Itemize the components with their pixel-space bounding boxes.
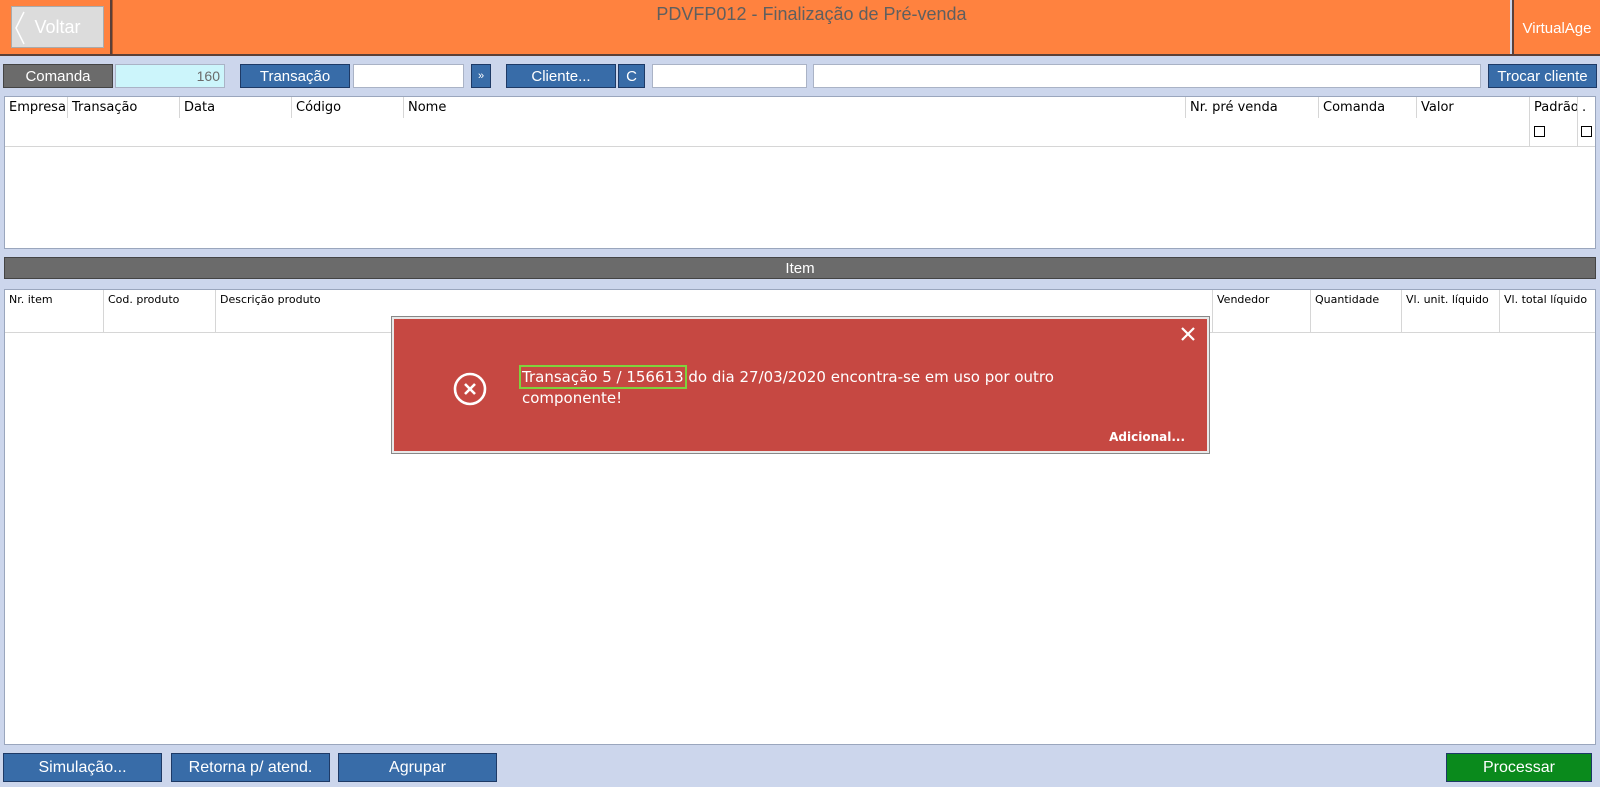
column-header-valor[interactable]: Valor (1416, 97, 1529, 118)
column-header-vl-total-liquido[interactable]: Vl. total líquido (1499, 290, 1595, 332)
next-button[interactable]: » (471, 64, 491, 88)
column-header-transacao[interactable]: Transação (67, 97, 179, 118)
comanda-input[interactable]: 160 (115, 64, 225, 88)
transacao-button[interactable]: Transação (240, 64, 350, 88)
column-header-comanda[interactable]: Comanda (1318, 97, 1416, 118)
trocar-cliente-button[interactable]: Trocar cliente (1488, 64, 1597, 88)
comanda-button[interactable]: Comanda (3, 64, 113, 88)
processar-button[interactable]: Processar (1446, 753, 1592, 782)
additional-info-link[interactable]: Adicional... (1109, 430, 1185, 444)
cliente-code-input[interactable] (652, 64, 807, 88)
header-divider (0, 54, 1600, 56)
header-left-panel: Voltar (0, 0, 112, 56)
agrupar-button[interactable]: Agrupar (338, 753, 497, 782)
transacao-input[interactable] (353, 64, 464, 88)
extra-label: . (1582, 100, 1587, 115)
page-title: PDVFP012 - Finalização de Pré-venda (656, 4, 967, 24)
error-message-highlight: Transação 5 / 156613 (519, 365, 687, 389)
column-header-extra[interactable]: . (1577, 97, 1595, 146)
brand-logo: VirtualAge (1512, 0, 1600, 56)
error-dialog: Transação 5 / 156613 do dia 27/03/2020 e… (392, 317, 1209, 453)
clear-cliente-button[interactable]: C (618, 64, 645, 88)
prevenda-grid[interactable]: Empresa Transação Data Código Nome Nr. p… (4, 96, 1596, 249)
header-title-area: PDVFP012 - Finalização de Pré-venda (112, 0, 1510, 56)
chevron-left-icon (15, 11, 25, 45)
column-header-quantidade[interactable]: Quantidade (1310, 290, 1401, 332)
column-header-cod-produto[interactable]: Cod. produto (103, 290, 215, 332)
error-message: Transação 5 / 156613 do dia 27/03/2020 e… (519, 365, 1082, 409)
padrao-select-all-checkbox[interactable] (1534, 126, 1545, 137)
back-button-label: Voltar (34, 16, 81, 37)
column-header-codigo[interactable]: Código (291, 97, 403, 118)
column-header-nr-item[interactable]: Nr. item (5, 290, 103, 332)
simulacao-button[interactable]: Simulação... (3, 753, 162, 782)
column-header-vendedor[interactable]: Vendedor (1212, 290, 1310, 332)
column-header-empresa[interactable]: Empresa (5, 97, 67, 118)
header-bar: Voltar PDVFP012 - Finalização de Pré-ven… (0, 0, 1600, 56)
item-section-bar: Item (4, 257, 1596, 279)
column-header-nr-pre-venda[interactable]: Nr. pré venda (1185, 97, 1318, 118)
retorna-atendimento-button[interactable]: Retorna p/ atend. (171, 753, 330, 782)
cliente-button[interactable]: Cliente... (506, 64, 616, 88)
error-circle-icon (453, 372, 487, 406)
column-header-data[interactable]: Data (179, 97, 291, 118)
padrao-label: Padrão (1534, 100, 1579, 115)
column-header-padrao[interactable]: Padrão (1529, 97, 1579, 146)
column-header-nome[interactable]: Nome (403, 97, 1185, 118)
back-button[interactable]: Voltar (11, 6, 104, 48)
cliente-name-input[interactable] (813, 64, 1481, 88)
close-icon[interactable] (1177, 323, 1199, 345)
column-header-vl-unit-liquido[interactable]: Vl. unit. líquido (1401, 290, 1499, 332)
extra-select-all-checkbox[interactable] (1581, 126, 1592, 137)
grid-header: Empresa Transação Data Código Nome Nr. p… (5, 97, 1595, 147)
